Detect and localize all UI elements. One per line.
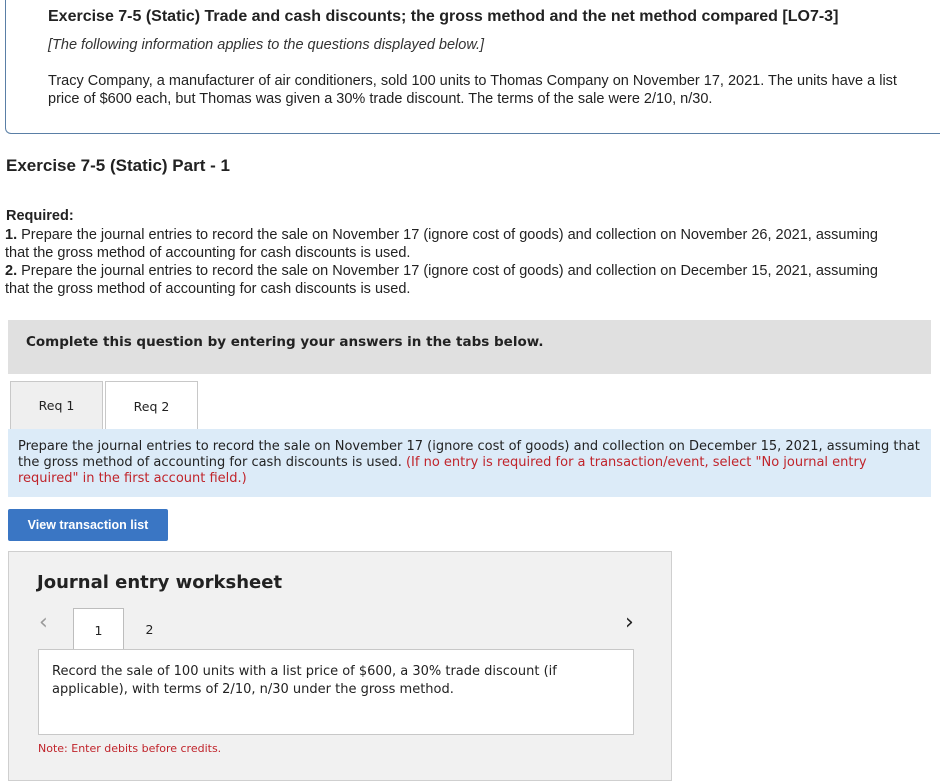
view-transaction-list-button[interactable]: View transaction list	[8, 509, 168, 541]
required-item-1: 1. Prepare the journal entries to record…	[5, 226, 905, 262]
exercise-title: Exercise 7-5 (Static) Trade and cash dis…	[48, 8, 839, 25]
chevron-left-icon[interactable]: ‹	[39, 610, 48, 635]
tab-label: Req 1	[38, 398, 75, 413]
tab-label: Req 2	[133, 398, 170, 414]
required-item-number: 1.	[5, 227, 18, 243]
part-title: Exercise 7-5 (Static) Part - 1	[6, 156, 230, 175]
page-label: 2	[145, 621, 154, 637]
worksheet-page-2[interactable]: 2	[124, 608, 175, 650]
journal-entry-worksheet: Journal entry worksheet ‹ 1 2 › Record t…	[8, 551, 672, 781]
worksheet-title: Journal entry worksheet	[37, 572, 283, 593]
tab-req-1[interactable]: Req 1	[10, 381, 103, 429]
required-item-text: Prepare the journal entries to record th…	[5, 227, 878, 261]
page-label: 1	[94, 622, 103, 638]
exercise-description: Tracy Company, a manufacturer of air con…	[48, 73, 897, 107]
instructions-banner: Complete this question by entering your …	[8, 320, 931, 374]
chevron-right-icon[interactable]: ›	[625, 610, 634, 635]
instructions-text: Complete this question by entering your …	[26, 334, 544, 350]
tab-req-2[interactable]: Req 2	[105, 381, 198, 430]
worksheet-note: Note: Enter debits before credits.	[38, 742, 222, 755]
worksheet-description-box: Record the sale of 100 units with a list…	[38, 649, 634, 735]
required-item-2: 2. Prepare the journal entries to record…	[5, 262, 905, 298]
required-label: Required:	[6, 208, 74, 224]
worksheet-description: Record the sale of 100 units with a list…	[52, 664, 557, 697]
required-item-text: Prepare the journal entries to record th…	[5, 263, 878, 297]
worksheet-page-1[interactable]: 1	[73, 608, 124, 651]
required-item-number: 2.	[5, 263, 18, 279]
question-panel: Prepare the journal entries to record th…	[8, 429, 931, 497]
exercise-subtitle: [The following information applies to th…	[48, 37, 485, 53]
